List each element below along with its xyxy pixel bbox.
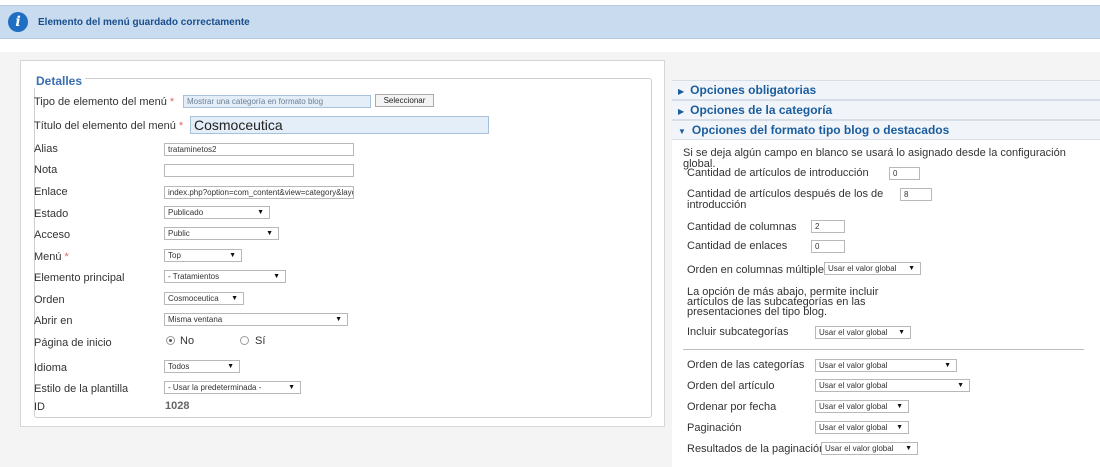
pagination-select[interactable]: Usar el valor global ▼ xyxy=(815,421,909,434)
language-select[interactable]: Todos ▼ xyxy=(164,360,240,373)
orden-label: Orden xyxy=(34,294,65,306)
home-no-radio[interactable] xyxy=(166,336,175,345)
chevron-down-icon: ▼ xyxy=(898,329,905,336)
principal-label: Elemento principal xyxy=(34,272,125,284)
caret-right-icon: ▶ xyxy=(678,87,685,96)
alias-input[interactable]: trataminetos2 xyxy=(164,143,354,156)
idioma-label: Idioma xyxy=(34,362,68,374)
success-message: Elemento del menú guardado correctamente xyxy=(38,17,250,28)
date-order-label: Ordenar por fecha xyxy=(687,401,777,413)
multicolumn-order-select[interactable]: Usar el valor global ▼ xyxy=(824,262,921,275)
estilo-label: Estilo de la plantilla xyxy=(34,383,129,395)
chevron-down-icon: ▼ xyxy=(896,424,903,431)
caret-right-icon: ▶ xyxy=(678,107,685,116)
intro-count-input[interactable]: 0 xyxy=(889,167,920,180)
subcategories-select[interactable]: Usar el valor global ▼ xyxy=(815,326,911,339)
chevron-down-icon: ▼ xyxy=(908,265,915,272)
chevron-down-icon: ▼ xyxy=(231,295,238,302)
chevron-down-icon: ▼ xyxy=(227,363,234,370)
order-select[interactable]: Cosmoceutica ▼ xyxy=(164,292,244,305)
chevron-down-icon: ▼ xyxy=(905,445,912,452)
columns-label: Cantidad de columnas xyxy=(687,221,797,233)
links-input[interactable]: 0 xyxy=(811,240,845,253)
chevron-down-icon: ▼ xyxy=(229,252,236,259)
open-in-select[interactable]: Misma ventana ▼ xyxy=(164,313,348,326)
abrir-label: Abrir en xyxy=(34,315,73,327)
chevron-down-icon: ▼ xyxy=(273,273,280,280)
accordion-category-options[interactable]: ▶ Opciones de la categoría xyxy=(672,100,1100,120)
after-count-label-2: introducción xyxy=(687,199,747,211)
chevron-down-icon: ▼ xyxy=(257,209,264,216)
select-button[interactable]: Seleccionar xyxy=(375,94,434,107)
after-count-input[interactable]: 8 xyxy=(900,188,932,201)
access-select[interactable]: Public ▼ xyxy=(164,227,279,240)
chevron-down-icon: ▼ xyxy=(944,362,951,369)
article-order-select[interactable]: Usar el valor global ▼ xyxy=(815,379,970,392)
article-order-label: Orden del artículo xyxy=(687,380,775,392)
acceso-label: Acceso xyxy=(34,229,71,241)
pagination-results-label: Resultados de la paginación xyxy=(687,443,826,455)
info-icon: i xyxy=(8,12,28,32)
columns-input[interactable]: 2 xyxy=(811,220,845,233)
status-select[interactable]: Publicado ▼ xyxy=(164,206,270,219)
links-label: Cantidad de enlaces xyxy=(687,240,788,252)
link-input[interactable]: index.php?option=com_content&view=catego… xyxy=(164,186,354,199)
id-value: 1028 xyxy=(165,400,190,412)
chevron-down-icon: ▼ xyxy=(288,384,295,391)
chevron-down-icon: ▼ xyxy=(896,403,903,410)
caret-down-icon: ▼ xyxy=(678,127,686,136)
home-no-label: No xyxy=(180,335,195,347)
alias-label: Alias xyxy=(34,143,58,155)
inicio-label: Página de inicio xyxy=(34,337,112,349)
chevron-down-icon: ▼ xyxy=(957,382,964,389)
nota-label: Nota xyxy=(34,164,58,176)
intro-count-label: Cantidad de artículos de introducción xyxy=(687,167,869,179)
options-divider xyxy=(683,349,1084,350)
pagination-results-select[interactable]: Usar el valor global ▼ xyxy=(821,442,918,455)
titulo-label: Título del elemento del menú * xyxy=(34,120,184,132)
details-legend: Detalles xyxy=(33,74,86,88)
home-yes-radio[interactable] xyxy=(240,336,249,345)
date-order-select[interactable]: Usar el valor global ▼ xyxy=(815,400,909,413)
estado-label: Estado xyxy=(34,208,69,220)
tipo-field[interactable]: Mostrar una categoría en formato blog xyxy=(183,95,371,108)
tipo-label: Tipo de elemento del menú * xyxy=(34,96,175,108)
id-label: ID xyxy=(34,401,45,413)
note-input[interactable] xyxy=(164,164,354,177)
chevron-down-icon: ▼ xyxy=(335,316,342,323)
title-input[interactable]: Cosmoceutica xyxy=(190,116,489,134)
enlace-label: Enlace xyxy=(34,186,68,198)
system-message-bar: i Elemento del menú guardado correctamen… xyxy=(0,5,1100,39)
chevron-down-icon: ▼ xyxy=(266,230,273,237)
required-mark: * xyxy=(169,96,175,108)
template-style-select[interactable]: - Usar la predeterminada - ▼ xyxy=(164,381,301,394)
pagination-label: Paginación xyxy=(687,422,742,434)
required-mark: * xyxy=(64,251,69,263)
accordion-required-options[interactable]: ▶ Opciones obligatorias xyxy=(672,80,1100,100)
category-order-select[interactable]: Usar el valor global ▼ xyxy=(815,359,957,372)
required-mark: * xyxy=(178,120,184,132)
accordion-blog-options[interactable]: ▼ Opciones del formato tipo blog o destac… xyxy=(672,120,1100,140)
category-order-label: Orden de las categorías xyxy=(687,359,805,371)
menu-label: Menú * xyxy=(34,251,69,263)
menu-select[interactable]: Top ▼ xyxy=(164,249,242,262)
multicolumn-order-label: Orden en columnas múltiples xyxy=(687,264,830,276)
subcat-note-3: presentaciones del tipo blog. xyxy=(687,306,828,318)
parent-item-select[interactable]: - Tratamientos ▼ xyxy=(164,270,286,283)
home-yes-label: Sí xyxy=(255,335,266,347)
subcategories-label: Incluir subcategorías xyxy=(687,326,789,338)
